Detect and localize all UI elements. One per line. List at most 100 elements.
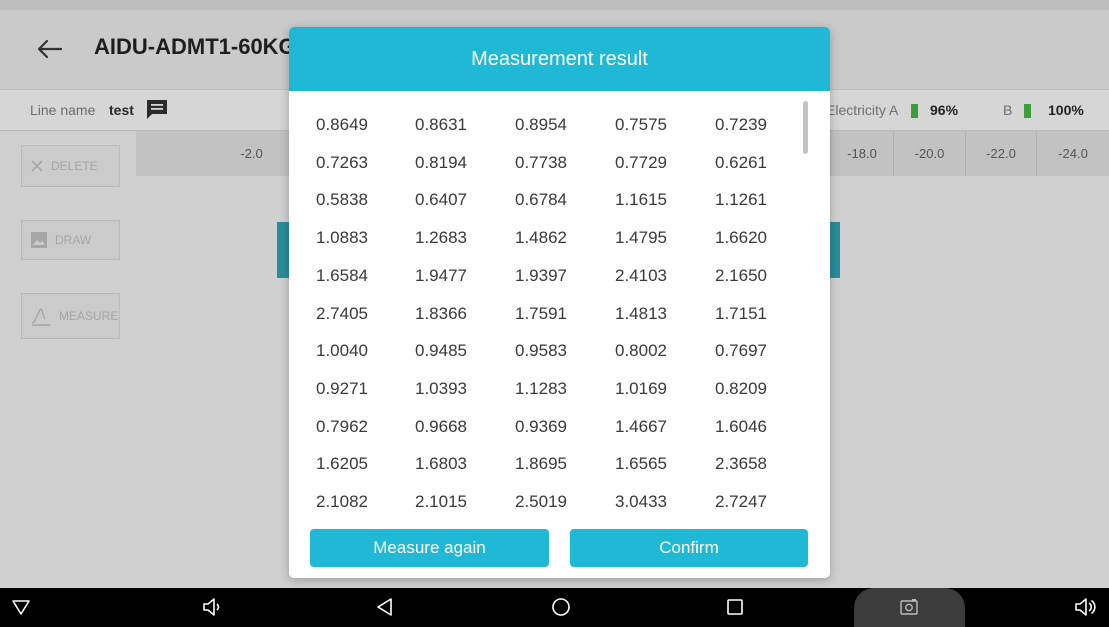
result-value: 1.6565 (615, 454, 667, 474)
battery-b-label: B (1003, 102, 1013, 118)
electricity-label: Electricity A (826, 102, 899, 118)
result-value: 2.7247 (715, 492, 767, 511)
dialog-header: Measurement result (289, 27, 830, 91)
result-value: 2.1650 (715, 265, 767, 285)
measurement-result-dialog: Measurement result 0.8649 0.8631 0.8954 0.7… (289, 27, 830, 578)
battery-b-icon (1024, 104, 1031, 118)
result-value: 1.1615 (615, 190, 667, 210)
line-name-label: Line name (30, 102, 96, 118)
axis-tick: -20.0 (893, 131, 965, 176)
result-value: 1.7151 (715, 303, 767, 323)
result-value: 0.7575 (615, 115, 667, 134)
measure-button[interactable]: MEASURE (21, 293, 120, 339)
result-value: 0.5838 (316, 190, 368, 210)
background-panel (277, 222, 289, 278)
result-value: 0.8631 (415, 115, 467, 134)
result-value: 2.3658 (715, 454, 767, 474)
result-grid[interactable]: 0.8649 0.8631 0.8954 0.7575 0.7239 0.7263 0.81… (289, 106, 830, 522)
result-row: 1.0883 1.2683 1.4862 1.4795 1.6620 (289, 219, 809, 256)
volume-down-icon[interactable] (201, 597, 223, 617)
result-row: 0.7263 0.8194 0.7738 0.7729 0.6261 (289, 144, 809, 181)
result-value: 0.7239 (715, 115, 767, 134)
measure-icon (31, 308, 50, 326)
result-value: 1.1283 (515, 378, 567, 398)
result-value: 0.8649 (316, 115, 368, 134)
nav-down-icon[interactable] (11, 597, 31, 617)
result-value: 0.6261 (715, 152, 767, 172)
screenshot-icon[interactable] (898, 597, 920, 617)
result-row: 0.9271 1.0393 1.1283 1.0169 0.8209 (289, 370, 809, 407)
close-icon (31, 160, 43, 172)
result-value: 1.0393 (415, 378, 467, 398)
result-value: 0.8002 (615, 341, 667, 361)
confirm-button[interactable]: Confirm (570, 529, 808, 567)
result-value: 1.9397 (515, 265, 567, 285)
delete-button-label: DELETE (51, 159, 98, 173)
measure-button-label: MEASURE (59, 309, 119, 323)
delete-button[interactable]: DELETE (21, 145, 120, 187)
result-value: 2.1082 (316, 492, 368, 511)
result-value: 2.5019 (515, 492, 567, 511)
result-value: 0.6407 (415, 190, 467, 210)
scrollbar[interactable] (803, 101, 808, 154)
result-value: 1.1261 (715, 190, 767, 210)
result-value: 0.9668 (415, 416, 467, 436)
result-value: 1.4813 (615, 303, 667, 323)
back-arrow-icon[interactable] (34, 36, 64, 62)
result-value: 0.6784 (515, 190, 567, 210)
page-title: AIDU-ADMT1-60KG- (94, 34, 303, 59)
result-value: 1.4862 (515, 228, 567, 248)
result-value: 1.4667 (615, 416, 667, 436)
chat-icon[interactable] (145, 98, 169, 120)
result-value: 1.7591 (515, 303, 567, 323)
result-row: 1.6205 1.6803 1.8695 1.6565 2.3658 (289, 445, 809, 482)
measure-again-button[interactable]: Measure again (310, 529, 549, 567)
result-value: 1.6584 (316, 265, 368, 285)
battery-b-value: 100% (1048, 102, 1084, 118)
result-value: 1.9477 (415, 265, 467, 285)
result-value: 1.6803 (415, 454, 467, 474)
axis-tick: -24.0 (1036, 131, 1109, 176)
result-value: 0.7962 (316, 416, 368, 436)
result-row: 1.0040 0.9485 0.9583 0.8002 0.7697 (289, 332, 809, 369)
result-value: 2.4103 (615, 265, 667, 285)
result-value: 1.6620 (715, 228, 767, 248)
nav-home-icon[interactable] (551, 597, 571, 617)
result-value: 2.1015 (415, 492, 467, 511)
result-row: 0.7962 0.9668 0.9369 1.4667 1.6046 (289, 408, 809, 445)
result-row: 1.6584 1.9477 1.9397 2.4103 2.1650 (289, 257, 809, 294)
result-value: 1.6046 (715, 416, 767, 436)
result-value: 0.9369 (515, 416, 567, 436)
result-value: 1.0169 (615, 378, 667, 398)
dialog-title: Measurement result (471, 48, 648, 70)
result-value: 0.8209 (715, 378, 767, 398)
result-value: 0.9271 (316, 378, 368, 398)
result-row: 2.1082 2.1015 2.5019 3.0433 2.7247 (289, 483, 809, 520)
axis-tick: -22.0 (965, 131, 1036, 176)
result-value: 1.4795 (615, 228, 667, 248)
result-value: 0.8954 (515, 115, 567, 134)
result-value: 0.8194 (415, 152, 467, 172)
result-value: 1.8695 (515, 454, 567, 474)
result-value: 0.7738 (515, 152, 567, 172)
result-value: 0.9583 (515, 341, 567, 361)
axis-tick: -18.0 (830, 131, 893, 176)
result-value: 0.9485 (415, 341, 467, 361)
system-nav-bar (0, 588, 1109, 627)
result-value: 1.6205 (316, 454, 368, 474)
result-value: 0.7697 (715, 341, 767, 361)
result-row: 2.7405 1.8366 1.7591 1.4813 1.7151 (289, 295, 809, 332)
draw-button[interactable]: DRAW (21, 220, 120, 260)
result-value: 2.7405 (316, 303, 368, 323)
result-value: 1.0883 (316, 228, 368, 248)
image-icon (31, 232, 47, 248)
status-bar (0, 0, 1109, 10)
nav-recents-icon[interactable] (725, 597, 745, 617)
nav-back-icon[interactable] (375, 597, 395, 617)
volume-up-icon[interactable] (1073, 597, 1097, 617)
draw-button-label: DRAW (55, 233, 92, 247)
result-value: 0.7263 (316, 152, 368, 172)
battery-a-value: 96% (930, 102, 959, 118)
result-value: 1.8366 (415, 303, 467, 323)
battery-a-icon (911, 104, 918, 118)
